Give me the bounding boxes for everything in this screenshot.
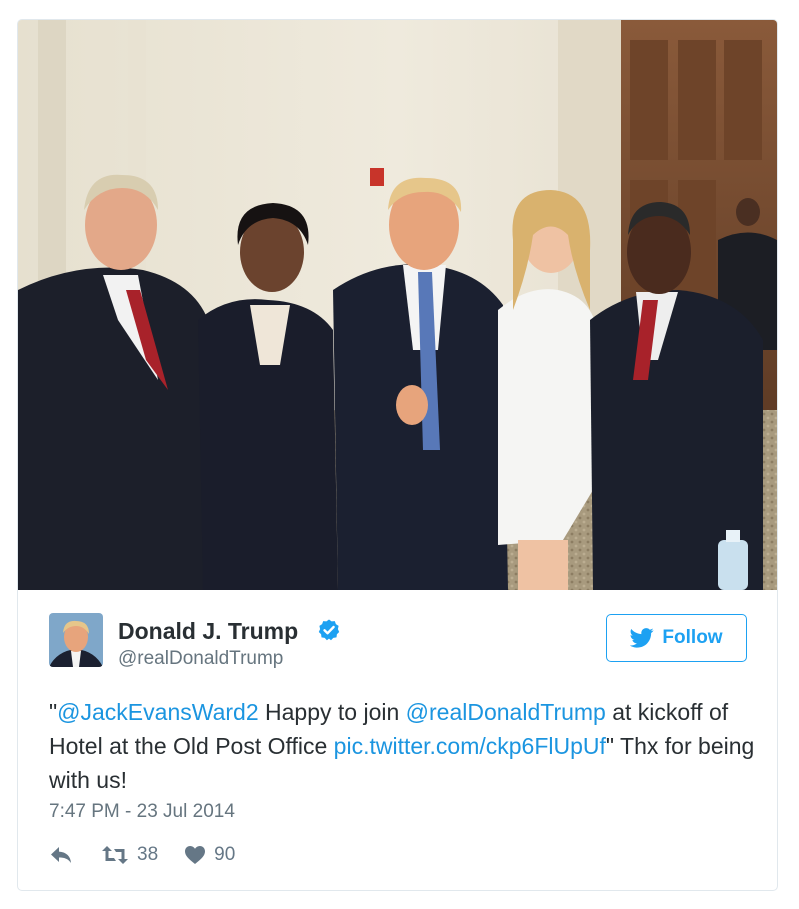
reply-button[interactable] (49, 845, 73, 865)
retweet-count: 38 (137, 844, 159, 865)
mention-link[interactable]: @realDonaldTrump (406, 699, 606, 725)
timestamp[interactable]: 7:47 PM - 23 Jul 2014 (49, 801, 235, 823)
like-count: 90 (214, 844, 236, 865)
avatar[interactable] (49, 613, 103, 667)
follow-button[interactable]: Follow (606, 614, 747, 662)
tweet-photo[interactable] (18, 20, 777, 590)
reply-icon (51, 847, 71, 863)
like-button[interactable]: 90 (184, 844, 235, 866)
verified-badge-icon (318, 619, 340, 641)
twitter-bird-icon (630, 628, 655, 648)
avatar-image (49, 613, 103, 667)
tweet-actions: 38 90 (49, 842, 235, 868)
group-photo-image (18, 20, 777, 590)
mention-link[interactable]: @JackEvansWard2 (57, 699, 258, 725)
tweet-text: "@JackEvansWard2 Happy to join @realDona… (49, 695, 761, 797)
heart-icon (185, 846, 206, 864)
retweet-icon (102, 846, 128, 864)
tweet-text-part: Happy to join (258, 699, 406, 725)
media-link[interactable]: pic.twitter.com/ckp6FlUpUf (334, 733, 606, 759)
tweet-card: Donald J. Trump @realDonaldTrump Follow … (17, 19, 778, 891)
tweet-text-part: " (49, 699, 58, 725)
display-name[interactable]: Donald J. Trump (118, 618, 298, 645)
retweet-button[interactable]: 38 (101, 844, 158, 866)
follow-label: Follow (662, 627, 723, 648)
user-handle[interactable]: @realDonaldTrump (118, 648, 283, 670)
